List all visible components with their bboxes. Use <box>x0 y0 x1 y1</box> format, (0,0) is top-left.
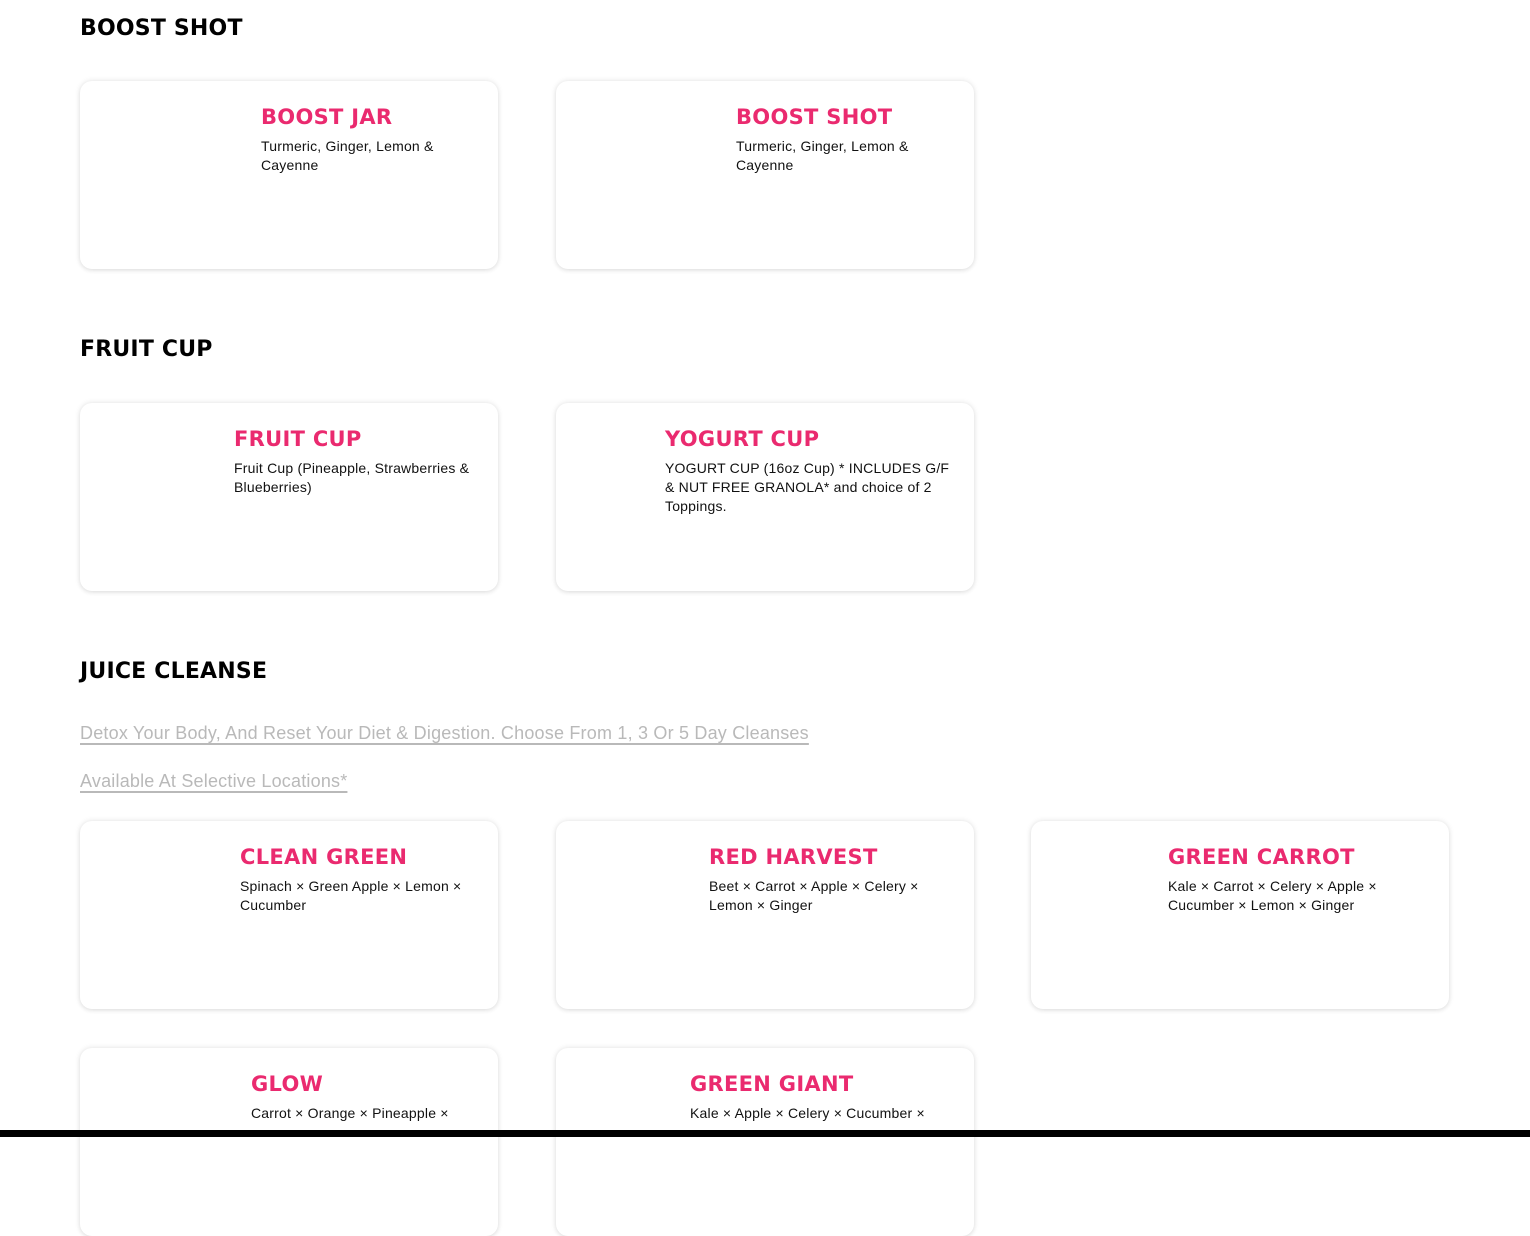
card-title: YOGURT CUP <box>665 427 820 451</box>
section-title-juice-cleanse: JUICE CLEANSE <box>80 659 268 684</box>
cleanse-info-link[interactable]: Detox Your Body, And Reset Your Diet & D… <box>80 723 809 744</box>
card-description: Kale × Carrot × Celery × Apple × Cucumbe… <box>1168 878 1377 913</box>
card-title: CLEAN GREEN <box>240 845 408 869</box>
menu-card-clean-green[interactable]: CLEAN GREEN Spinach × Green Apple × Lemo… <box>80 821 498 1009</box>
card-description: Kale × Apple × Celery × Cucumber × <box>690 1105 925 1121</box>
card-title: GLOW <box>251 1072 324 1096</box>
card-title: BOOST SHOT <box>736 105 893 129</box>
menu-card-boost-jar[interactable]: BOOST JAR Turmeric, Ginger, Lemon & Caye… <box>80 81 498 269</box>
section-title-boost-shot: BOOST SHOT <box>80 16 243 41</box>
menu-card-glow[interactable]: GLOW Carrot × Orange × Pineapple × <box>80 1048 498 1236</box>
card-description: Fruit Cup (Pineapple, Strawberries & Blu… <box>234 460 470 495</box>
menu-card-yogurt-cup[interactable]: YOGURT CUP YOGURT CUP (16oz Cup) * INCLU… <box>556 403 974 591</box>
card-description: YOGURT CUP (16oz Cup) * INCLUDES G/F & N… <box>665 460 950 514</box>
card-title: BOOST JAR <box>261 105 393 129</box>
card-description: Turmeric, Ginger, Lemon & Cayenne <box>736 138 909 173</box>
section-title-fruit-cup: FRUIT CUP <box>80 337 213 362</box>
bottom-bar <box>0 1130 1530 1137</box>
menu-card-red-harvest[interactable]: RED HARVEST Beet × Carrot × Apple × Cele… <box>556 821 974 1009</box>
menu-card-green-carrot[interactable]: GREEN CARROT Kale × Carrot × Celery × Ap… <box>1031 821 1449 1009</box>
menu-card-fruit-cup[interactable]: FRUIT CUP Fruit Cup (Pineapple, Strawber… <box>80 403 498 591</box>
menu-card-green-giant[interactable]: GREEN GIANT Kale × Apple × Celery × Cucu… <box>556 1048 974 1236</box>
card-description: Turmeric, Ginger, Lemon & Cayenne <box>261 138 434 173</box>
card-description: Carrot × Orange × Pineapple × <box>251 1105 449 1121</box>
menu-card-boost-shot[interactable]: BOOST SHOT Turmeric, Ginger, Lemon & Cay… <box>556 81 974 269</box>
card-title: GREEN CARROT <box>1168 845 1355 869</box>
locations-link[interactable]: Available At Selective Locations* <box>80 771 347 792</box>
card-title: FRUIT CUP <box>234 427 362 451</box>
card-title: RED HARVEST <box>709 845 878 869</box>
card-description: Beet × Carrot × Apple × Celery × Lemon ×… <box>709 878 919 913</box>
card-description: Spinach × Green Apple × Lemon × Cucumber <box>240 878 462 913</box>
card-title: GREEN GIANT <box>690 1072 854 1096</box>
